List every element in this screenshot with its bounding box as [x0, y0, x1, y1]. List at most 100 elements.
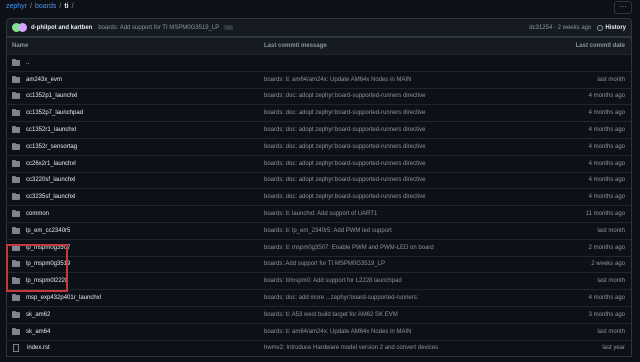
header-message: Last commit message	[264, 43, 327, 49]
row-commit-message[interactable]: boards: doc: adopt zephyr:board-supporte…	[264, 177, 425, 183]
row-commit-message[interactable]: boards: ti: lp_em_2340r5: Add PWM led su…	[264, 228, 392, 234]
folder-icon	[12, 159, 20, 167]
row-name[interactable]: cc3220sf_launchxl	[26, 177, 75, 183]
row-commit-message[interactable]: boards: ti: mspm0g3507: Enable PWM and P…	[264, 245, 434, 251]
row-commit-date: 4 months ago	[588, 194, 625, 201]
folder-icon	[12, 176, 20, 184]
row-commit-date: last year	[602, 345, 625, 352]
row-commit-message[interactable]: boards: ti: am64/am24x: Update AM64x Nod…	[264, 77, 411, 83]
row-commit-message[interactable]: boards: ti: am64/am24x: Update AM64x Nod…	[264, 329, 411, 335]
table-row[interactable]: cc3220sf_launchxl boards: doc: adopt zeph…	[7, 171, 631, 189]
folder-icon	[12, 294, 20, 302]
folder-icon	[12, 327, 20, 335]
row-commit-date: 4 months ago	[588, 110, 625, 117]
row-name[interactable]: am243x_evm	[26, 77, 62, 83]
row-commit-message[interactable]: boards: doc: adopt zephyr:board-supporte…	[264, 194, 425, 200]
row-commit-date: last month	[597, 76, 625, 83]
row-name[interactable]: lp_em_cc2340r5	[26, 228, 70, 234]
row-commit-message[interactable]: boards: doc: adopt zephyr:board-supporte…	[264, 110, 425, 116]
table-row[interactable]: cc1352r_sensortag boards: doc: adopt zeph…	[7, 137, 631, 155]
row-commit-message[interactable]: boards: doc: adopt zephyr:board-supporte…	[264, 93, 425, 99]
row-name[interactable]: cc1352p1_launchxl	[26, 93, 77, 99]
more-options-button[interactable]: ···	[614, 1, 632, 14]
table-header: Name Last commit message Last commit dat…	[7, 37, 631, 54]
breadcrumb-separator: /	[30, 3, 32, 10]
author-avatars[interactable]	[12, 23, 27, 32]
row-commit-date: 4 months ago	[588, 177, 625, 184]
header-name: Name	[12, 43, 29, 49]
row-name[interactable]: cc1352r_sensortag	[26, 144, 77, 150]
parent-directory-row[interactable]: ..	[7, 54, 631, 71]
breadcrumb-separator: /	[71, 3, 74, 10]
folder-icon	[12, 260, 20, 268]
row-commit-message[interactable]: boards: doc: add more ...zephyr:board-su…	[264, 295, 418, 301]
row-commit-date: last month	[597, 328, 625, 335]
row-commit-date: last month	[597, 278, 625, 285]
row-name[interactable]: cc26x2r1_launchxl	[26, 161, 76, 167]
breadcrumb-repo[interactable]: zephyr	[6, 3, 27, 10]
table-row[interactable]: cc26x2r1_launchxl boards: doc: adopt zeph…	[7, 154, 631, 172]
folder-icon	[12, 58, 20, 66]
commit-message[interactable]: boards: Add support for TI MSPM0G3519_LP	[98, 25, 219, 31]
folder-icon	[12, 193, 20, 201]
row-commit-message[interactable]: boards: ti: A53 west build target for AM…	[264, 312, 398, 318]
expand-ellipsis-button[interactable]: …	[224, 25, 234, 30]
row-commit-message[interactable]: boards: doc: adopt zephyr:board-supporte…	[264, 127, 425, 133]
breadcrumb-boards[interactable]: boards	[35, 3, 56, 10]
row-commit-date: 4 months ago	[588, 127, 625, 134]
row-commit-message[interactable]: boards: Add support for TI MSPM0G3519_LP	[264, 261, 385, 267]
folder-icon	[12, 92, 20, 100]
history-label: History	[605, 24, 626, 31]
breadcrumb-separator: /	[59, 3, 62, 10]
file-table: Name Last commit message Last commit dat…	[6, 37, 632, 358]
clock-icon	[597, 24, 604, 31]
file-icon	[13, 344, 19, 353]
table-row[interactable]: am243x_evm boards: ti: am64/am24x: Update…	[7, 70, 631, 88]
row-commit-message[interactable]: boards: doc: adopt zephyr:board-supporte…	[264, 144, 425, 150]
row-name[interactable]: lp_mspm0g3507	[26, 245, 70, 251]
row-commit-message[interactable]: boards: ti: launchxl: Add support of UAR…	[264, 211, 377, 217]
history-button[interactable]: History	[597, 24, 626, 31]
row-name[interactable]: common	[26, 211, 49, 217]
row-name[interactable]: sk_am62	[26, 312, 50, 318]
table-row[interactable]: cc1352p1_launchxl boards: doc: adopt zeph…	[7, 87, 631, 105]
folder-icon	[12, 210, 20, 218]
row-commit-message[interactable]: hwmv2: Introduce Hardware model version …	[264, 345, 438, 351]
row-name[interactable]: cc3235sf_launchxl	[26, 194, 75, 200]
row-commit-date: 4 months ago	[588, 295, 625, 302]
table-row[interactable]: sk_am64 boards: ti: am64/am24x: Update AM…	[7, 322, 631, 340]
row-commit-message[interactable]: boards: ti/mspm0: Add support for L2228 …	[264, 278, 402, 284]
table-row[interactable]: msp_exp432p401r_launchxl boards: doc: add…	[7, 289, 631, 306]
table-row[interactable]: lp_mspm0l2228 boards: ti/mspm0: Add suppo…	[7, 272, 631, 289]
row-commit-message[interactable]: boards: doc: adopt zephyr:board-supporte…	[264, 161, 425, 167]
table-row[interactable]: lp_mspm0g3507 boards: ti: mspm0g3507: Ena…	[7, 238, 631, 256]
commit-authors[interactable]: d-philpot and kartben	[31, 25, 92, 31]
breadcrumb: zephyr / boards / ti /	[6, 3, 74, 10]
row-name[interactable]: cc1352p7_launchpad	[26, 110, 83, 116]
row-name[interactable]: lp_mspm0l2228	[26, 278, 68, 284]
table-row[interactable]: cc3235sf_launchxl boards: doc: adopt zeph…	[7, 188, 631, 205]
row-name[interactable]: cc1352r1_launchxl	[26, 127, 76, 133]
row-name[interactable]: msp_exp432p401r_launchxl	[26, 295, 101, 301]
parent-directory-link[interactable]: ..	[26, 60, 29, 66]
table-row[interactable]: lp_mspm0g3519 boards: Add support for TI …	[7, 255, 631, 273]
table-row[interactable]: cc1352r1_launchxl boards: doc: adopt zeph…	[7, 121, 631, 138]
breadcrumb-current: ti	[64, 3, 69, 10]
table-row[interactable]: common boards: ti: launchxl: Add support …	[7, 205, 631, 222]
row-commit-date: 3 months ago	[588, 311, 625, 318]
folder-icon	[12, 243, 20, 251]
table-row[interactable]: sk_am62 boards: ti: A53 west build target…	[7, 305, 631, 323]
table-row[interactable]: cc1352p7_launchpad boards: doc: adopt zep…	[7, 104, 631, 121]
row-commit-date: 2 months ago	[588, 244, 625, 251]
kebab-icon: ···	[619, 2, 627, 11]
commit-meta[interactable]: dc31254 · 2 weeks ago	[529, 25, 591, 31]
folder-icon	[12, 109, 20, 117]
row-name[interactable]: lp_mspm0g3519	[26, 261, 70, 267]
row-name[interactable]: index.rst	[27, 345, 50, 351]
table-row[interactable]: lp_em_cc2340r5 boards: ti: lp_em_2340r5: …	[7, 221, 631, 239]
folder-icon	[12, 75, 20, 83]
row-commit-date: 11 months ago	[585, 211, 625, 218]
folder-icon	[12, 310, 20, 318]
row-name[interactable]: sk_am64	[26, 329, 50, 335]
table-row[interactable]: index.rst hwmv2: Introduce Hardware model…	[7, 339, 631, 357]
